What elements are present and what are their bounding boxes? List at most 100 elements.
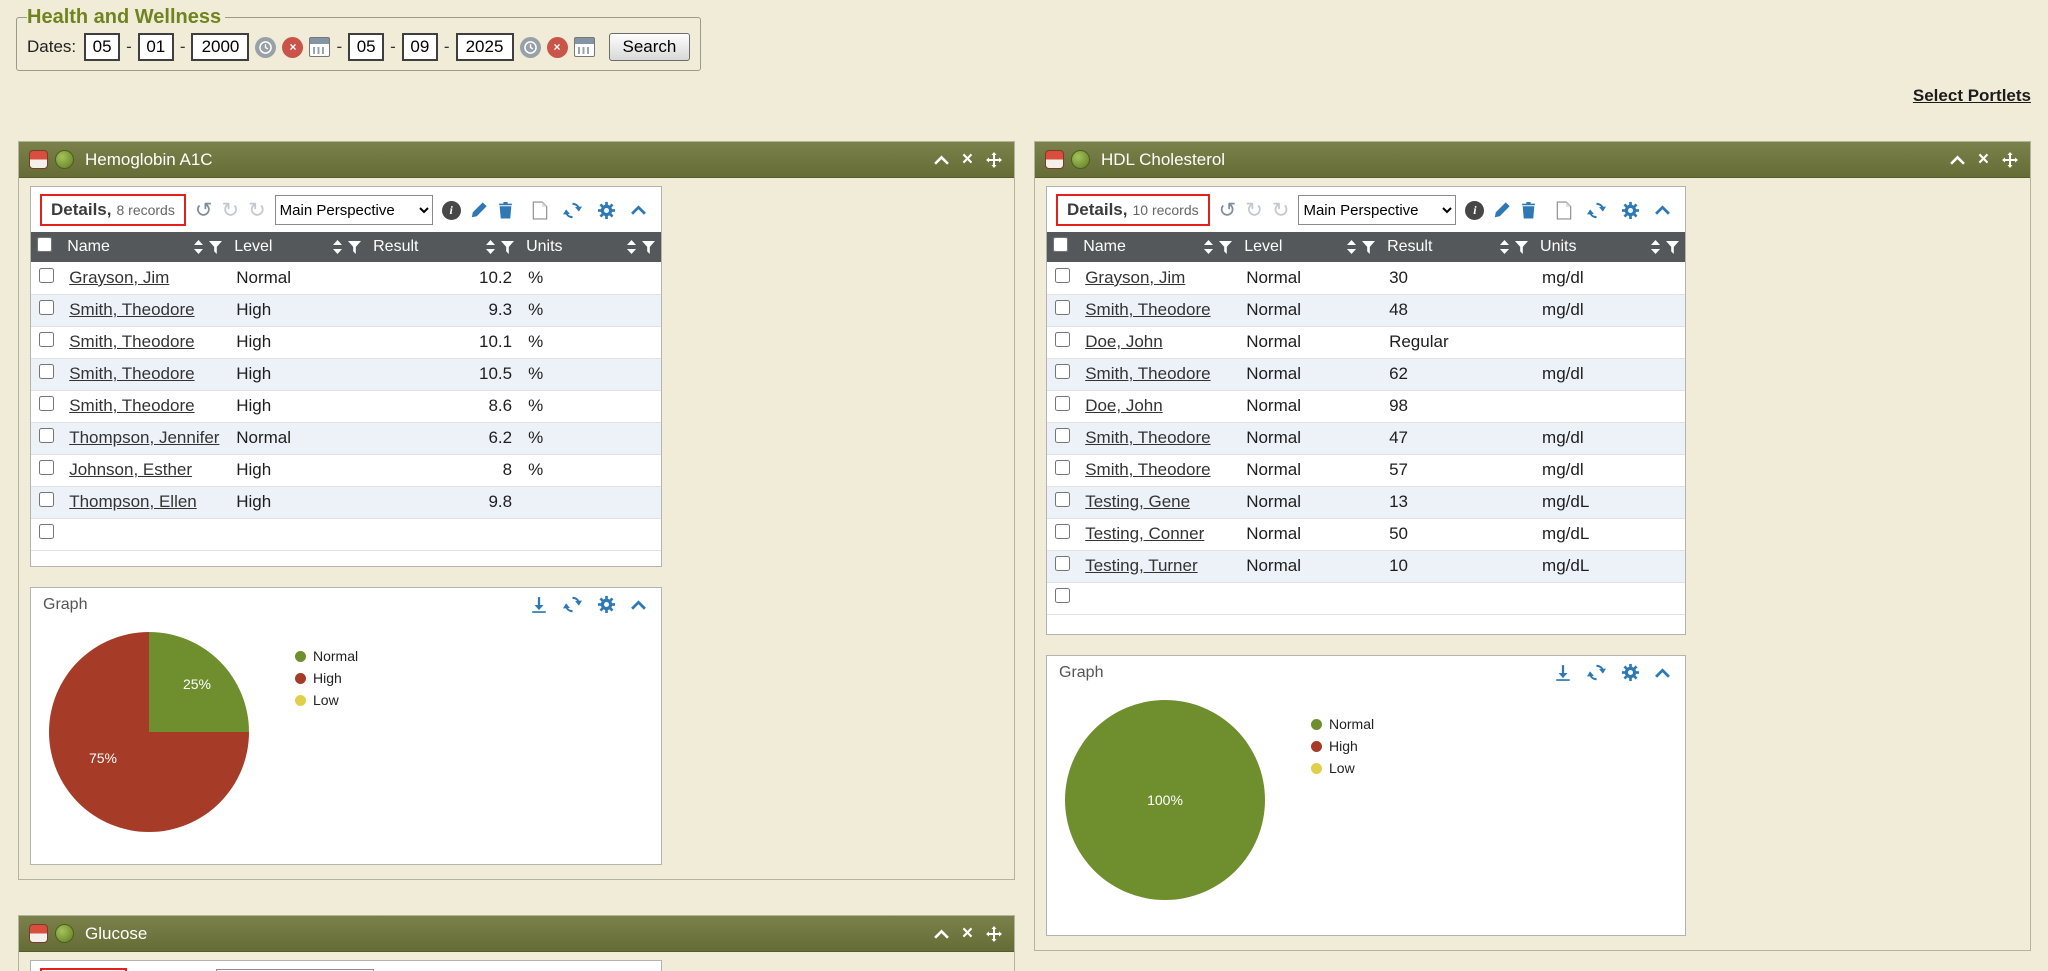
select-portlets-link[interactable]: Select Portlets [1913, 86, 2031, 106]
to-clear-icon[interactable]: × [547, 37, 568, 58]
patient-link[interactable]: Smith, Theodore [69, 364, 194, 383]
row-checkbox[interactable] [39, 428, 54, 443]
patient-link[interactable]: Doe, John [1085, 332, 1163, 351]
row-checkbox[interactable] [1055, 364, 1070, 379]
collapse-panel-icon[interactable] [1655, 205, 1670, 215]
patient-link[interactable]: Smith, Theodore [1085, 300, 1210, 319]
row-checkbox[interactable] [1055, 396, 1070, 411]
patient-link[interactable]: Thompson, Jennifer [69, 428, 219, 447]
column-header-units[interactable]: Units [520, 232, 661, 262]
from-calendar-icon[interactable] [309, 37, 330, 57]
close-icon[interactable]: × [962, 150, 973, 169]
patient-link[interactable]: Smith, Theodore [1085, 364, 1210, 383]
patient-link[interactable]: Thompson, Ellen [69, 492, 197, 511]
row-checkbox[interactable] [39, 492, 54, 507]
close-icon[interactable]: × [1978, 150, 1989, 169]
redo-icon[interactable]: ↻ [1245, 200, 1263, 221]
refresh-icon[interactable] [1587, 663, 1606, 682]
row-checkbox[interactable] [1055, 556, 1070, 571]
patient-link[interactable]: Testing, Conner [1085, 524, 1204, 543]
delete-icon[interactable] [497, 201, 514, 219]
gear-icon[interactable] [597, 201, 616, 220]
collapse-icon[interactable] [934, 155, 949, 165]
reset-icon[interactable]: ↻ [1272, 200, 1290, 221]
redo-icon[interactable]: ↻ [221, 200, 239, 221]
row-checkbox[interactable] [39, 364, 54, 379]
column-header-level[interactable]: Level [1238, 232, 1381, 262]
from-year-input[interactable] [191, 33, 249, 61]
select-all-header[interactable] [31, 232, 61, 262]
patient-link[interactable]: Smith, Theodore [69, 332, 194, 351]
collapse-icon[interactable] [934, 929, 949, 939]
download-icon[interactable] [530, 596, 548, 614]
patient-link[interactable]: Smith, Theodore [1085, 428, 1210, 447]
refresh-icon[interactable] [563, 201, 582, 220]
patient-link[interactable]: Johnson, Esther [69, 460, 192, 479]
move-icon[interactable] [2002, 152, 2018, 168]
column-header-units[interactable]: Units [1534, 232, 1685, 262]
gear-icon[interactable] [1621, 663, 1640, 682]
perspective-select[interactable]: Main Perspective [1298, 195, 1456, 225]
column-header-result[interactable]: Result [1381, 232, 1534, 262]
close-icon[interactable]: × [962, 924, 973, 943]
column-header-name[interactable]: Name [61, 232, 228, 262]
refresh-icon[interactable] [563, 595, 582, 614]
row-checkbox[interactable] [39, 524, 54, 539]
column-header-level[interactable]: Level [228, 232, 367, 262]
move-icon[interactable] [986, 152, 1002, 168]
gear-icon[interactable] [597, 595, 616, 614]
perspective-select[interactable]: Main Perspective [275, 195, 433, 225]
edit-icon[interactable] [470, 201, 488, 219]
select-all-checkbox[interactable] [1053, 237, 1068, 252]
from-month-input[interactable] [84, 33, 120, 61]
patient-link[interactable]: Grayson, Jim [69, 268, 169, 287]
refresh-icon[interactable] [1587, 201, 1606, 220]
to-calendar-icon[interactable] [574, 37, 595, 57]
patient-link[interactable]: Testing, Gene [1085, 492, 1190, 511]
undo-icon[interactable]: ↺ [195, 200, 213, 221]
to-year-input[interactable] [456, 33, 514, 61]
row-checkbox[interactable] [1055, 460, 1070, 475]
collapse-icon[interactable] [1950, 155, 1965, 165]
row-checkbox[interactable] [1055, 428, 1070, 443]
to-clock-icon[interactable] [520, 37, 541, 58]
patient-link[interactable]: Testing, Turner [1085, 556, 1197, 575]
new-record-icon[interactable] [1556, 201, 1572, 220]
select-all-header[interactable] [1047, 232, 1077, 262]
patient-link[interactable]: Smith, Theodore [69, 396, 194, 415]
search-button[interactable]: Search [609, 33, 691, 61]
download-icon[interactable] [1554, 664, 1572, 682]
row-checkbox[interactable] [1055, 268, 1070, 283]
column-header-result[interactable]: Result [367, 232, 520, 262]
row-checkbox[interactable] [1055, 300, 1070, 315]
to-month-input[interactable] [348, 33, 384, 61]
from-clear-icon[interactable]: × [282, 37, 303, 58]
patient-link[interactable]: Smith, Theodore [69, 300, 194, 319]
patient-link[interactable]: Grayson, Jim [1085, 268, 1185, 287]
row-checkbox[interactable] [39, 268, 54, 283]
gear-icon[interactable] [1621, 201, 1640, 220]
row-checkbox[interactable] [39, 300, 54, 315]
reset-icon[interactable]: ↻ [248, 200, 266, 221]
row-checkbox[interactable] [39, 396, 54, 411]
new-record-icon[interactable] [532, 201, 548, 220]
info-icon[interactable]: i [1465, 201, 1484, 220]
row-checkbox[interactable] [1055, 588, 1070, 603]
select-all-checkbox[interactable] [37, 237, 52, 252]
move-icon[interactable] [986, 926, 1002, 942]
undo-icon[interactable]: ↺ [1219, 200, 1237, 221]
patient-link[interactable]: Doe, John [1085, 396, 1163, 415]
collapse-panel-icon[interactable] [631, 205, 646, 215]
row-checkbox[interactable] [39, 332, 54, 347]
delete-icon[interactable] [1520, 201, 1537, 219]
from-day-input[interactable] [138, 33, 174, 61]
edit-icon[interactable] [1493, 201, 1511, 219]
row-checkbox[interactable] [1055, 492, 1070, 507]
collapse-panel-icon[interactable] [631, 600, 646, 610]
row-checkbox[interactable] [39, 460, 54, 475]
info-icon[interactable]: i [442, 201, 461, 220]
to-day-input[interactable] [402, 33, 438, 61]
from-clock-icon[interactable] [255, 37, 276, 58]
row-checkbox[interactable] [1055, 332, 1070, 347]
column-header-name[interactable]: Name [1077, 232, 1238, 262]
